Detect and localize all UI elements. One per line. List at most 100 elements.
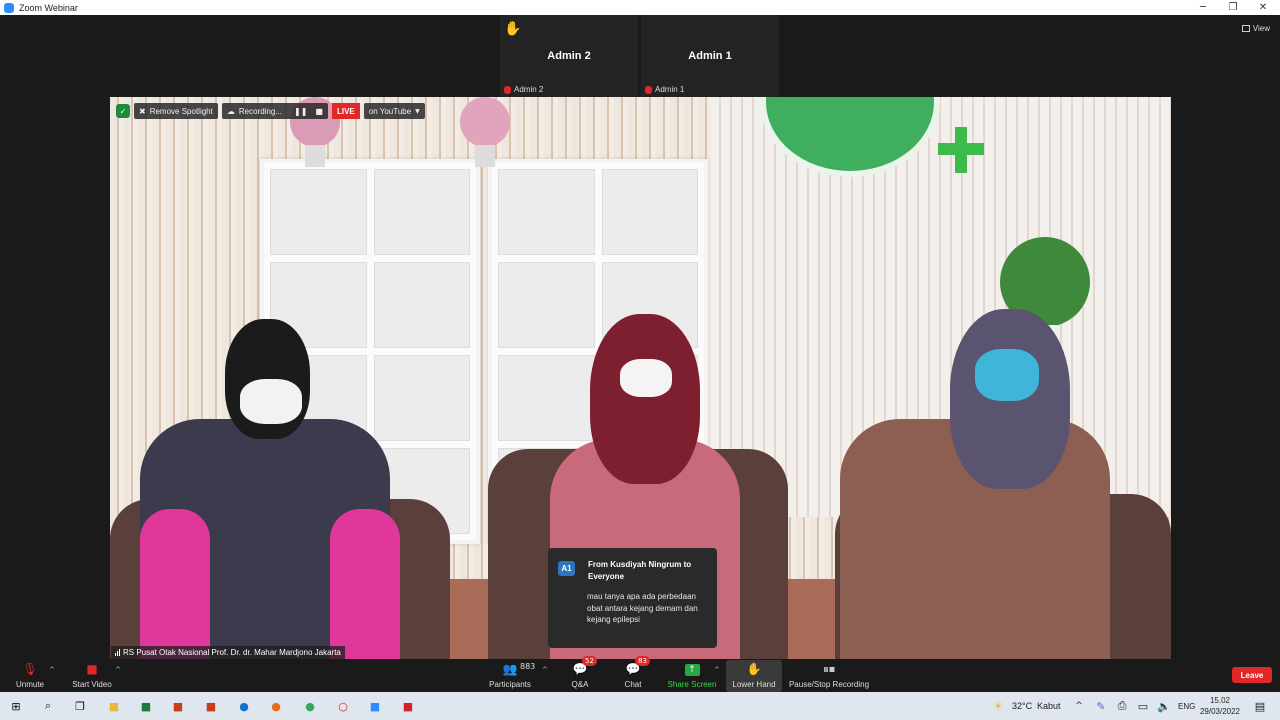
edge-icon[interactable]: ● bbox=[236, 698, 252, 714]
lower-hand-label: Lower Hand bbox=[732, 680, 776, 689]
raised-hand-icon: ✋ bbox=[504, 21, 522, 37]
participants-button[interactable]: 👥 883 Participants bbox=[486, 660, 536, 692]
start-video-label: Start Video bbox=[72, 680, 112, 689]
meeting-control-bar: 🎙 Unmute ^ ■ Start Video ^ 👥 883 Particip… bbox=[0, 656, 1280, 692]
window-titlebar: Zoom Webinar ─ ❐ ✕ bbox=[0, 0, 1280, 15]
recording-indicator: ☁ Recording... ❚❚ ■ bbox=[221, 103, 328, 119]
view-label: View bbox=[1252, 24, 1270, 33]
hand-icon: ✋ bbox=[746, 662, 762, 676]
close-button[interactable]: ✕ bbox=[1248, 0, 1278, 15]
thumbnail-name: Admin 1 bbox=[688, 50, 732, 62]
chat-message: mau tanya apa ada perbedaan obat antara … bbox=[587, 592, 698, 624]
opera-icon[interactable]: ○ bbox=[335, 698, 351, 714]
leave-button[interactable]: Leave bbox=[1232, 667, 1272, 683]
flower-plant bbox=[460, 97, 510, 167]
weather-desc: Kabut bbox=[1037, 701, 1061, 711]
speaker-name-label: RS Pusat Otak Nasional Prof. Dr. dr. Mah… bbox=[111, 646, 345, 659]
recording-label: Recording... bbox=[238, 106, 282, 116]
chat-notification[interactable]: A1 From Kusdiyah Ningrum to Everyone mau… bbox=[548, 548, 717, 648]
zoom-app-icon bbox=[4, 2, 14, 13]
mic-muted-icon bbox=[504, 85, 511, 94]
video-toolbar: ✓ ✖ Remove Spotlight ☁ Recording... ❚❚ ■… bbox=[116, 103, 425, 119]
clock-time: 15.02 bbox=[1209, 696, 1231, 705]
participants-caret-icon[interactable]: ^ bbox=[542, 666, 548, 674]
shield-check-icon: ✓ bbox=[116, 104, 130, 118]
minimize-button[interactable]: ─ bbox=[1188, 0, 1218, 15]
signal-strength-icon bbox=[115, 649, 120, 656]
qa-button[interactable]: 💬 52 Q&A bbox=[566, 656, 597, 692]
network-icon[interactable]: ▭ bbox=[1135, 698, 1151, 714]
audio-options-caret-icon[interactable]: ^ bbox=[49, 666, 55, 674]
person-right bbox=[840, 309, 1110, 659]
pen-icon[interactable]: ✎ bbox=[1093, 698, 1109, 714]
pause-recording-icon[interactable]: ❚❚ bbox=[294, 107, 307, 116]
system-clock[interactable]: 15.02 29/03/2022 bbox=[1198, 695, 1242, 717]
restore-button[interactable]: ❐ bbox=[1218, 0, 1248, 15]
chat-button[interactable]: 💬 83 Chat bbox=[619, 656, 650, 692]
share-screen-label: Share Screen bbox=[667, 680, 717, 689]
windows-taskbar: ⊞ ⌕ ❐ ■ ■ ■ ■ ● ● ● ○ ■ ■ ☀ 32°C Kabut ^… bbox=[0, 692, 1280, 720]
windows-start-icon[interactable]: ⊞ bbox=[8, 698, 24, 714]
thumbnail-name: Admin 2 bbox=[547, 50, 591, 62]
chevron-up-icon[interactable]: ^ bbox=[1071, 698, 1087, 714]
participants-label: Participants bbox=[489, 680, 531, 689]
chat-icon: 💬 83 bbox=[625, 656, 650, 676]
share-options-caret-icon[interactable]: ^ bbox=[714, 666, 720, 674]
task-view-icon[interactable]: ❐ bbox=[72, 698, 88, 714]
volume-muted-icon[interactable]: 🔈 bbox=[1156, 698, 1172, 714]
share-screen-button[interactable]: ↑ Share Screen bbox=[666, 660, 718, 692]
view-button[interactable]: View bbox=[1241, 24, 1270, 33]
pause-stop-icon: ⏸⏹ bbox=[822, 661, 835, 676]
vivaldi-icon[interactable]: ■ bbox=[400, 698, 416, 714]
excel-icon[interactable]: ■ bbox=[138, 698, 154, 714]
thumbnail-sub: Admin 1 bbox=[645, 85, 684, 94]
unmute-button[interactable]: 🎙 Unmute bbox=[12, 660, 48, 692]
lower-hand-button[interactable]: ✋ Lower Hand bbox=[726, 660, 782, 692]
language-indicator[interactable]: ENG bbox=[1178, 692, 1195, 720]
participants-icon: 👥 883 bbox=[502, 662, 536, 676]
share-screen-icon: ↑ bbox=[684, 664, 700, 676]
file-explorer-icon[interactable]: ■ bbox=[106, 698, 122, 714]
person-left bbox=[140, 319, 400, 659]
unmute-label: Unmute bbox=[15, 680, 44, 689]
stop-recording-icon[interactable]: ■ bbox=[315, 107, 323, 116]
thumbnail-admin-1[interactable]: Admin 1 Admin 1 bbox=[641, 15, 779, 97]
mic-muted-icon bbox=[645, 85, 652, 94]
qa-icon: 💬 52 bbox=[572, 656, 597, 676]
speaker-name: RS Pusat Otak Nasional Prof. Dr. dr. Mah… bbox=[123, 648, 341, 657]
chrome-icon[interactable]: ● bbox=[302, 698, 318, 714]
weather-temp: 32°C bbox=[1012, 701, 1033, 711]
video-options-caret-icon[interactable]: ^ bbox=[115, 666, 121, 674]
weather-icon: ☀ bbox=[993, 699, 1003, 713]
printer-icon[interactable]: ⎙ bbox=[1114, 698, 1130, 714]
zoom-taskbar-icon[interactable]: ■ bbox=[367, 698, 383, 714]
search-icon[interactable]: ⌕ bbox=[40, 698, 56, 714]
live-on-youtube-dropdown[interactable]: on YouTube ▼ bbox=[363, 103, 425, 119]
notifications-icon[interactable]: ▤ bbox=[1252, 698, 1268, 714]
window-title: Zoom Webinar bbox=[19, 2, 78, 13]
chat-sender: From Kusdiyah Ningrum to Everyone bbox=[588, 560, 692, 581]
remove-spotlight-button[interactable]: ✖ Remove Spotlight bbox=[134, 103, 218, 119]
participants-count: 883 bbox=[520, 662, 536, 671]
powerpoint-icon[interactable]: ■ bbox=[170, 698, 186, 714]
live-badge: LIVE bbox=[331, 103, 360, 119]
firefox-icon[interactable]: ● bbox=[268, 698, 284, 714]
start-video-button[interactable]: ■ Start Video bbox=[68, 660, 116, 692]
pause-stop-recording-button[interactable]: ⏸⏹ Pause/Stop Recording bbox=[787, 660, 871, 692]
pin-icon: ✖ bbox=[139, 106, 146, 116]
video-off-icon: ■ bbox=[86, 662, 98, 676]
green-cross-bar bbox=[938, 143, 984, 155]
qa-label: Q&A bbox=[571, 680, 589, 689]
chat-label: Chat bbox=[624, 680, 642, 689]
remove-spotlight-label: Remove Spotlight bbox=[149, 106, 213, 116]
pause-stop-recording-label: Pause/Stop Recording bbox=[788, 680, 870, 689]
microphone-muted-icon: 🎙 bbox=[22, 662, 38, 676]
on-youtube-label: on YouTube bbox=[368, 106, 412, 116]
clock-date: 29/03/2022 bbox=[1199, 707, 1241, 716]
thumbnail-sub: Admin 2 bbox=[504, 85, 543, 94]
pdf-reader-icon[interactable]: ■ bbox=[203, 698, 219, 714]
chevron-down-icon: ▼ bbox=[415, 107, 420, 115]
grid-view-icon bbox=[1241, 25, 1250, 32]
avatar: A1 bbox=[558, 561, 575, 576]
cloud-record-icon: ☁ bbox=[226, 106, 235, 116]
